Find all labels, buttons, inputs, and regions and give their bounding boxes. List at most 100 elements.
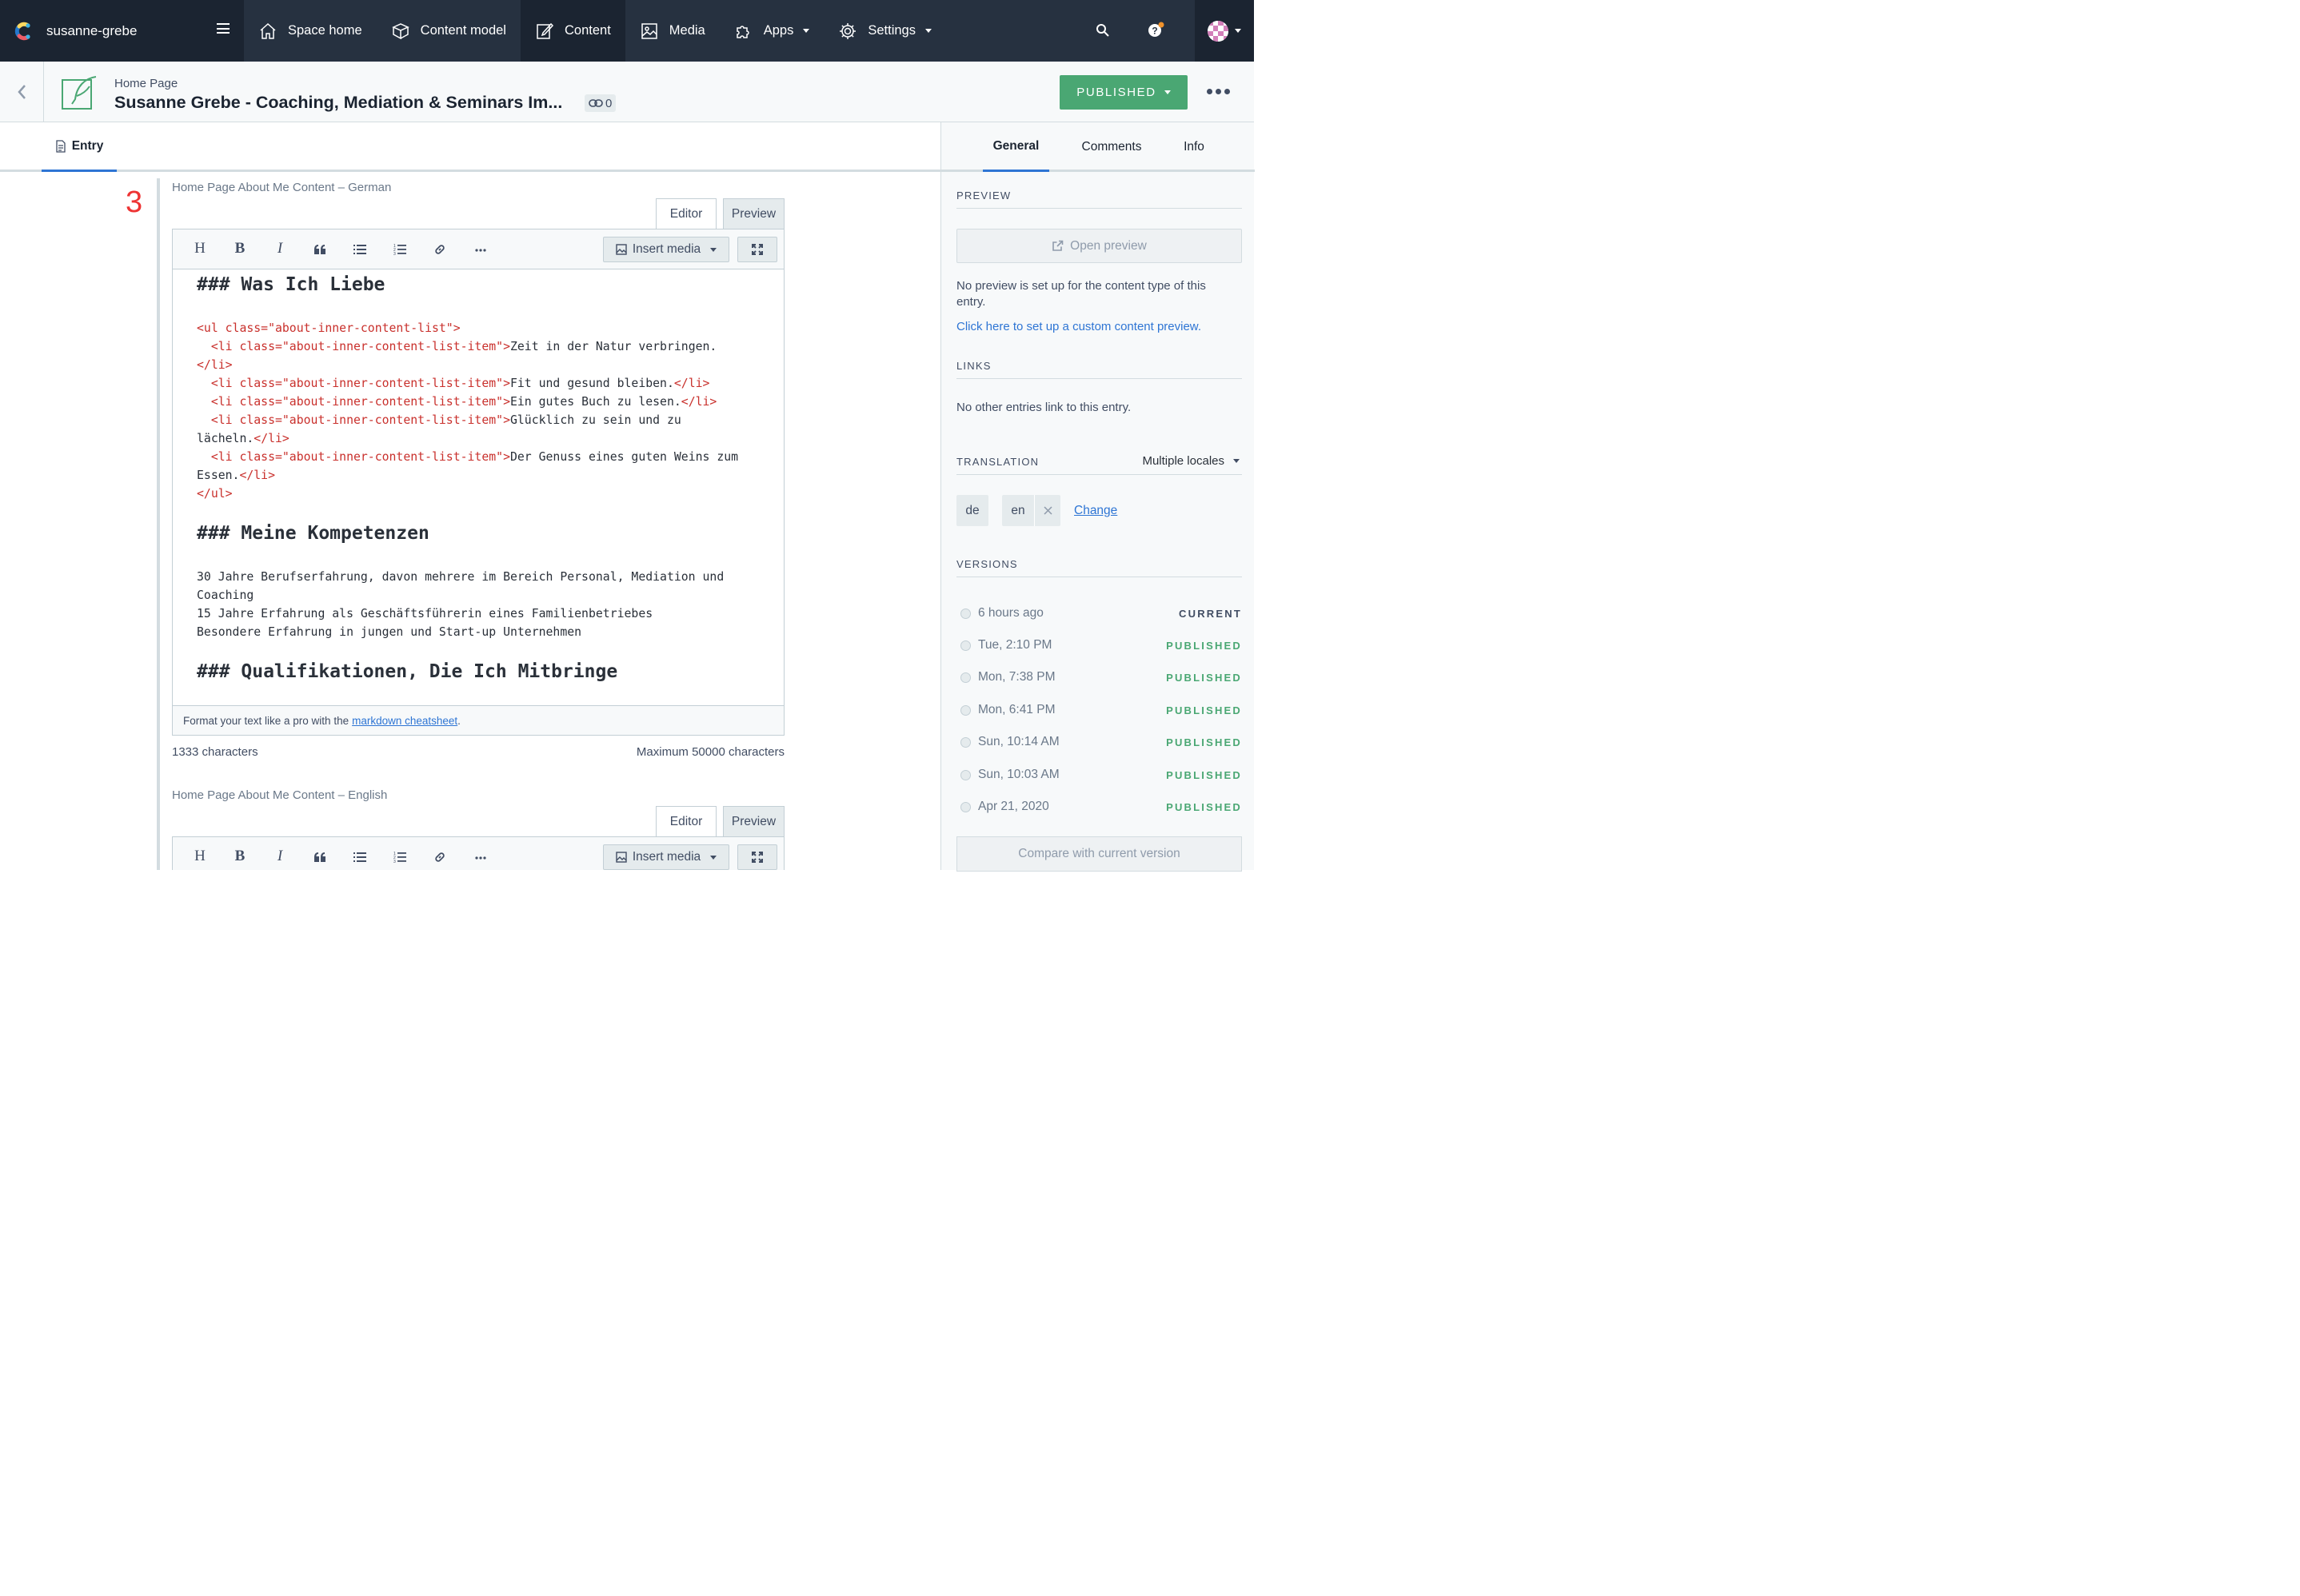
nav-content-model[interactable]: Content model [377, 0, 521, 62]
bulleted-list-icon[interactable] [353, 852, 366, 863]
image-icon [616, 852, 627, 863]
tab-label: Entry [71, 138, 104, 153]
menu-icon[interactable] [217, 23, 230, 34]
version-status: PUBLISHED [1166, 639, 1242, 652]
sidebar-tabs: General Comments Info [941, 122, 1255, 172]
link-count: 0 [605, 96, 613, 110]
insert-media-button[interactable]: Insert media [603, 237, 729, 262]
custom-preview-link[interactable]: Click here to set up a custom content pr… [956, 319, 1236, 335]
editor-toolbar: H B I 123 Insert media [173, 229, 784, 269]
apps-icon [736, 25, 749, 38]
change-locales-link[interactable]: Change [1074, 503, 1138, 519]
code-text: Ein gutes Buch zu lesen. [509, 395, 681, 409]
tab-preview[interactable]: Preview [723, 198, 785, 229]
back-button[interactable] [0, 62, 44, 122]
nav-space-home[interactable]: Space home [244, 0, 377, 62]
link-count-badge[interactable]: 0 [585, 94, 617, 112]
code-tag: </li> [681, 395, 717, 409]
field-label-german: Home Page About Me Content – German [172, 181, 392, 194]
markdown-textarea[interactable]: ### Was Ich Liebe <ul class="about-inner… [173, 269, 784, 705]
version-row[interactable]: Tue, 2:10 PM PUBLISHED [960, 636, 1242, 654]
space-name: susanne-grebe [46, 22, 138, 38]
tab-general[interactable]: General [983, 122, 1049, 172]
bulleted-list-icon[interactable] [353, 244, 366, 255]
quote-icon[interactable] [313, 244, 326, 255]
locale-tag-en: en [1002, 495, 1060, 526]
tab-editor[interactable]: Editor [656, 806, 717, 837]
version-row[interactable]: Mon, 6:41 PM PUBLISHED [960, 701, 1242, 719]
more-icon[interactable] [475, 856, 486, 860]
main-nav: Space home Content model Content Media A… [244, 0, 946, 62]
bold-button[interactable]: B [228, 240, 252, 257]
italic-button[interactable]: I [268, 240, 292, 257]
nav-apps[interactable]: Apps [720, 0, 825, 62]
entry-title: Susanne Grebe - Coaching, Mediation & Se… [114, 93, 563, 112]
radio-icon [960, 769, 971, 780]
close-icon[interactable] [1034, 495, 1060, 526]
version-row[interactable]: 6 hours ago CURRENT [960, 604, 1242, 622]
code-line: <li class="about-inner-content-list-item… [197, 374, 710, 393]
chevron-left-icon [18, 85, 26, 99]
version-status: PUBLISHED [1166, 736, 1242, 748]
gear-icon [840, 22, 857, 39]
chevron-down-icon [710, 855, 717, 860]
version-row[interactable]: Apr 21, 2020 PUBLISHED [960, 798, 1242, 816]
svg-text:3: 3 [393, 252, 396, 256]
tab-entry[interactable]: Entry [42, 122, 117, 172]
version-time: Mon, 7:38 PM [978, 670, 1056, 684]
code-text: Der Genuss eines guten Weins zum [509, 450, 739, 464]
numbered-list-icon[interactable]: 123 [393, 851, 406, 864]
more-actions-icon[interactable] [1207, 89, 1230, 94]
chevron-down-icon [1235, 29, 1241, 33]
fullscreen-button[interactable] [737, 237, 777, 262]
editor-footer: Format your text like a pro with the mar… [173, 705, 784, 735]
entry-tabs: Entry [0, 122, 940, 172]
insert-media-button[interactable]: Insert media [603, 844, 729, 870]
code-line: <ul class="about-inner-content-list"> [197, 319, 461, 337]
bold-button[interactable]: B [228, 848, 252, 865]
code-text: Fit und gesund bleiben. [509, 377, 674, 390]
tab-info[interactable]: Info [1173, 122, 1215, 172]
markdown-cheatsheet-link[interactable]: markdown cheatsheet [352, 715, 457, 727]
version-row[interactable]: Sun, 10:14 AM PUBLISHED [960, 733, 1242, 751]
fullscreen-button[interactable] [737, 844, 777, 870]
tab-editor[interactable]: Editor [656, 198, 717, 229]
nav-content[interactable]: Content [520, 0, 625, 62]
link-icon[interactable] [433, 851, 446, 864]
markdown-editor-german: H B I 123 Insert media ### Was Ich Liebe… [172, 229, 785, 736]
annotation-number: 3 [126, 186, 143, 219]
locale-mode-select[interactable]: Multiple locales [1142, 454, 1240, 468]
help-icon[interactable]: ? [1146, 22, 1165, 39]
quote-icon[interactable] [313, 852, 326, 863]
italic-button[interactable]: I [268, 848, 292, 865]
chevron-down-icon [803, 29, 810, 33]
preview-heading: PREVIEW [956, 190, 1242, 209]
character-count: 1333 characters [172, 745, 258, 759]
character-count-row: 1333 characters Maximum 50000 characters [172, 745, 785, 759]
nav-label: Settings [868, 23, 916, 38]
version-row[interactable]: Sun, 10:03 AM PUBLISHED [960, 766, 1242, 784]
link-icon[interactable] [433, 243, 446, 256]
compare-versions-button[interactable]: Compare with current version [956, 836, 1242, 872]
radio-icon [960, 672, 971, 683]
version-row[interactable]: Mon, 7:38 PM PUBLISHED [960, 668, 1242, 686]
locale-tag-de: de [956, 495, 988, 526]
tab-preview[interactable]: Preview [723, 806, 785, 837]
code-line: <li class="about-inner-content-list-item… [197, 337, 717, 356]
code-text: lächeln. [197, 432, 254, 445]
nav-settings[interactable]: Settings [824, 0, 946, 62]
numbered-list-icon[interactable]: 123 [393, 243, 406, 256]
heading-button[interactable]: H [188, 848, 212, 865]
heading-button[interactable]: H [188, 240, 212, 257]
search-icon[interactable] [1096, 23, 1110, 38]
more-icon[interactable] [475, 249, 486, 252]
account-menu[interactable] [1195, 0, 1254, 62]
locale-mode-value: Multiple locales [1142, 454, 1224, 468]
chevron-down-icon [1164, 90, 1171, 94]
nav-media[interactable]: Media [625, 0, 720, 62]
open-preview-button[interactable]: Open preview [956, 229, 1242, 263]
translation-heading-label: TRANSLATION [956, 456, 1040, 468]
tab-comments[interactable]: Comments [1072, 122, 1152, 172]
publish-status-button[interactable]: PUBLISHED [1060, 75, 1188, 110]
space-switcher[interactable]: susanne-grebe [0, 0, 244, 62]
